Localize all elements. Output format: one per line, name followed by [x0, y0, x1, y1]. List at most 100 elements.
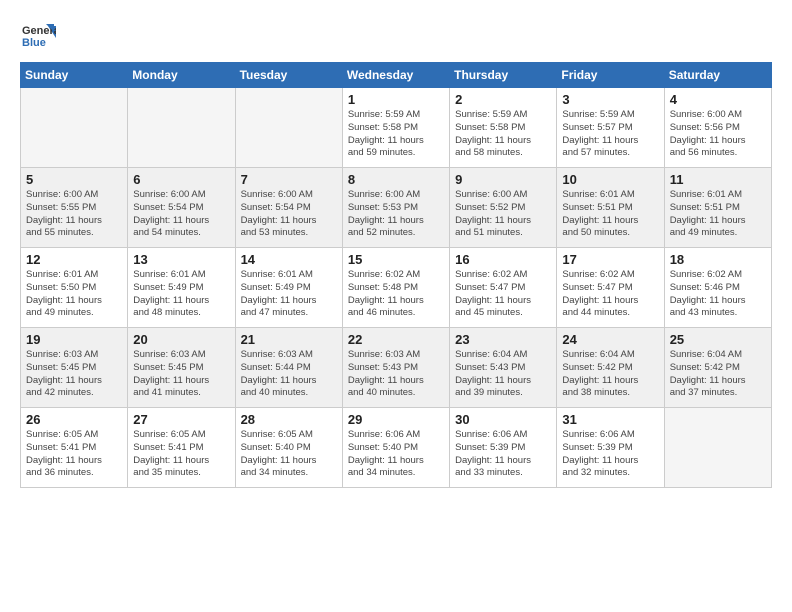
day-number: 10 — [562, 172, 658, 187]
day-number: 7 — [241, 172, 337, 187]
day-number: 16 — [455, 252, 551, 267]
calendar-cell: 11 Sunrise: 6:01 AM Sunset: 5:51 PM Dayli… — [664, 168, 771, 248]
calendar-cell: 25 Sunrise: 6:04 AM Sunset: 5:42 PM Dayli… — [664, 328, 771, 408]
calendar-cell: 2 Sunrise: 5:59 AM Sunset: 5:58 PM Daylig… — [450, 88, 557, 168]
day-number: 21 — [241, 332, 337, 347]
day-info: Sunrise: 6:05 AM Sunset: 5:41 PM Dayligh… — [133, 429, 229, 480]
calendar-cell: 12Sunrise: 6:01 AM Sunset: 5:50 PM Dayli… — [21, 248, 128, 328]
day-number: 23 — [455, 332, 551, 347]
week-row-2: 5 Sunrise: 6:00 AM Sunset: 5:55 PM Daylig… — [21, 168, 772, 248]
week-row-5: 26Sunrise: 6:05 AM Sunset: 5:41 PM Dayli… — [21, 408, 772, 488]
day-info: Sunrise: 5:59 AM Sunset: 5:57 PM Dayligh… — [562, 109, 658, 160]
day-info: Sunrise: 6:03 AM Sunset: 5:45 PM Dayligh… — [26, 349, 122, 400]
day-info: Sunrise: 6:00 AM Sunset: 5:56 PM Dayligh… — [670, 109, 766, 160]
day-number: 19 — [26, 332, 122, 347]
weekday-header-row: SundayMondayTuesdayWednesdayThursdayFrid… — [21, 63, 772, 88]
calendar-cell: 24 Sunrise: 6:04 AM Sunset: 5:42 PM Dayli… — [557, 328, 664, 408]
day-number: 30 — [455, 412, 551, 427]
day-info: Sunrise: 6:03 AM Sunset: 5:45 PM Dayligh… — [133, 349, 229, 400]
calendar-cell: 6 Sunrise: 6:00 AM Sunset: 5:54 PM Daylig… — [128, 168, 235, 248]
weekday-thursday: Thursday — [450, 63, 557, 88]
calendar-cell: 10 Sunrise: 6:01 AM Sunset: 5:51 PM Dayli… — [557, 168, 664, 248]
day-info: Sunrise: 5:59 AM Sunset: 5:58 PM Dayligh… — [348, 109, 444, 160]
day-info: Sunrise: 6:01 AM Sunset: 5:49 PM Dayligh… — [133, 269, 229, 320]
day-info: Sunrise: 6:00 AM Sunset: 5:55 PM Dayligh… — [26, 189, 122, 240]
week-row-1: 1Sunrise: 5:59 AM Sunset: 5:58 PM Daylig… — [21, 88, 772, 168]
day-number: 29 — [348, 412, 444, 427]
calendar-cell: 14 Sunrise: 6:01 AM Sunset: 5:49 PM Dayli… — [235, 248, 342, 328]
day-number: 24 — [562, 332, 658, 347]
calendar-cell: 20 Sunrise: 6:03 AM Sunset: 5:45 PM Dayli… — [128, 328, 235, 408]
day-number: 18 — [670, 252, 766, 267]
weekday-sunday: Sunday — [21, 63, 128, 88]
day-info: Sunrise: 6:00 AM Sunset: 5:54 PM Dayligh… — [241, 189, 337, 240]
day-number: 5 — [26, 172, 122, 187]
day-number: 15 — [348, 252, 444, 267]
weekday-friday: Friday — [557, 63, 664, 88]
day-number: 13 — [133, 252, 229, 267]
day-info: Sunrise: 6:02 AM Sunset: 5:48 PM Dayligh… — [348, 269, 444, 320]
calendar-cell: 27 Sunrise: 6:05 AM Sunset: 5:41 PM Dayli… — [128, 408, 235, 488]
logo: General Blue — [20, 18, 56, 54]
calendar-cell: 13 Sunrise: 6:01 AM Sunset: 5:49 PM Dayli… — [128, 248, 235, 328]
calendar-cell: 1Sunrise: 5:59 AM Sunset: 5:58 PM Daylig… — [342, 88, 449, 168]
day-number: 31 — [562, 412, 658, 427]
day-number: 14 — [241, 252, 337, 267]
calendar-cell: 5 Sunrise: 6:00 AM Sunset: 5:55 PM Daylig… — [21, 168, 128, 248]
weekday-saturday: Saturday — [664, 63, 771, 88]
day-number: 12 — [26, 252, 122, 267]
day-number: 3 — [562, 92, 658, 107]
day-number: 6 — [133, 172, 229, 187]
day-info: Sunrise: 6:06 AM Sunset: 5:40 PM Dayligh… — [348, 429, 444, 480]
calendar-cell: 28 Sunrise: 6:05 AM Sunset: 5:40 PM Dayli… — [235, 408, 342, 488]
day-info: Sunrise: 6:02 AM Sunset: 5:46 PM Dayligh… — [670, 269, 766, 320]
page-container: General Blue SundayMondayTuesdayWednesda… — [0, 0, 792, 498]
day-number: 27 — [133, 412, 229, 427]
day-number: 2 — [455, 92, 551, 107]
day-info: Sunrise: 6:05 AM Sunset: 5:40 PM Dayligh… — [241, 429, 337, 480]
day-info: Sunrise: 6:01 AM Sunset: 5:51 PM Dayligh… — [670, 189, 766, 240]
calendar-cell — [128, 88, 235, 168]
day-info: Sunrise: 6:03 AM Sunset: 5:43 PM Dayligh… — [348, 349, 444, 400]
day-info: Sunrise: 6:01 AM Sunset: 5:51 PM Dayligh… — [562, 189, 658, 240]
calendar-cell: 7 Sunrise: 6:00 AM Sunset: 5:54 PM Daylig… — [235, 168, 342, 248]
day-info: Sunrise: 5:59 AM Sunset: 5:58 PM Dayligh… — [455, 109, 551, 160]
day-number: 25 — [670, 332, 766, 347]
calendar-cell: 17Sunrise: 6:02 AM Sunset: 5:47 PM Dayli… — [557, 248, 664, 328]
day-number: 9 — [455, 172, 551, 187]
svg-text:Blue: Blue — [22, 37, 46, 49]
day-info: Sunrise: 6:04 AM Sunset: 5:42 PM Dayligh… — [562, 349, 658, 400]
day-number: 20 — [133, 332, 229, 347]
day-info: Sunrise: 6:06 AM Sunset: 5:39 PM Dayligh… — [562, 429, 658, 480]
calendar-cell: 3 Sunrise: 5:59 AM Sunset: 5:57 PM Daylig… — [557, 88, 664, 168]
day-info: Sunrise: 6:00 AM Sunset: 5:54 PM Dayligh… — [133, 189, 229, 240]
calendar-cell: 15 Sunrise: 6:02 AM Sunset: 5:48 PM Dayli… — [342, 248, 449, 328]
calendar-cell — [21, 88, 128, 168]
calendar-table: SundayMondayTuesdayWednesdayThursdayFrid… — [20, 62, 772, 488]
calendar-cell: 26Sunrise: 6:05 AM Sunset: 5:41 PM Dayli… — [21, 408, 128, 488]
day-info: Sunrise: 6:06 AM Sunset: 5:39 PM Dayligh… — [455, 429, 551, 480]
calendar-cell: 30 Sunrise: 6:06 AM Sunset: 5:39 PM Dayli… — [450, 408, 557, 488]
calendar-cell: 18 Sunrise: 6:02 AM Sunset: 5:46 PM Dayli… — [664, 248, 771, 328]
weekday-tuesday: Tuesday — [235, 63, 342, 88]
calendar-cell: 22Sunrise: 6:03 AM Sunset: 5:43 PM Dayli… — [342, 328, 449, 408]
day-info: Sunrise: 6:00 AM Sunset: 5:52 PM Dayligh… — [455, 189, 551, 240]
day-info: Sunrise: 6:00 AM Sunset: 5:53 PM Dayligh… — [348, 189, 444, 240]
calendar-cell: 29 Sunrise: 6:06 AM Sunset: 5:40 PM Dayli… — [342, 408, 449, 488]
day-number: 28 — [241, 412, 337, 427]
calendar-cell: 21 Sunrise: 6:03 AM Sunset: 5:44 PM Dayli… — [235, 328, 342, 408]
calendar-cell — [664, 408, 771, 488]
day-info: Sunrise: 6:02 AM Sunset: 5:47 PM Dayligh… — [455, 269, 551, 320]
calendar-cell: 9 Sunrise: 6:00 AM Sunset: 5:52 PM Daylig… — [450, 168, 557, 248]
calendar-cell: 8Sunrise: 6:00 AM Sunset: 5:53 PM Daylig… — [342, 168, 449, 248]
day-number: 11 — [670, 172, 766, 187]
day-info: Sunrise: 6:05 AM Sunset: 5:41 PM Dayligh… — [26, 429, 122, 480]
day-info: Sunrise: 6:03 AM Sunset: 5:44 PM Dayligh… — [241, 349, 337, 400]
calendar-cell — [235, 88, 342, 168]
day-info: Sunrise: 6:01 AM Sunset: 5:49 PM Dayligh… — [241, 269, 337, 320]
week-row-3: 12Sunrise: 6:01 AM Sunset: 5:50 PM Dayli… — [21, 248, 772, 328]
day-info: Sunrise: 6:02 AM Sunset: 5:47 PM Dayligh… — [562, 269, 658, 320]
header: General Blue — [20, 18, 772, 54]
day-info: Sunrise: 6:04 AM Sunset: 5:42 PM Dayligh… — [670, 349, 766, 400]
calendar-cell: 16 Sunrise: 6:02 AM Sunset: 5:47 PM Dayli… — [450, 248, 557, 328]
